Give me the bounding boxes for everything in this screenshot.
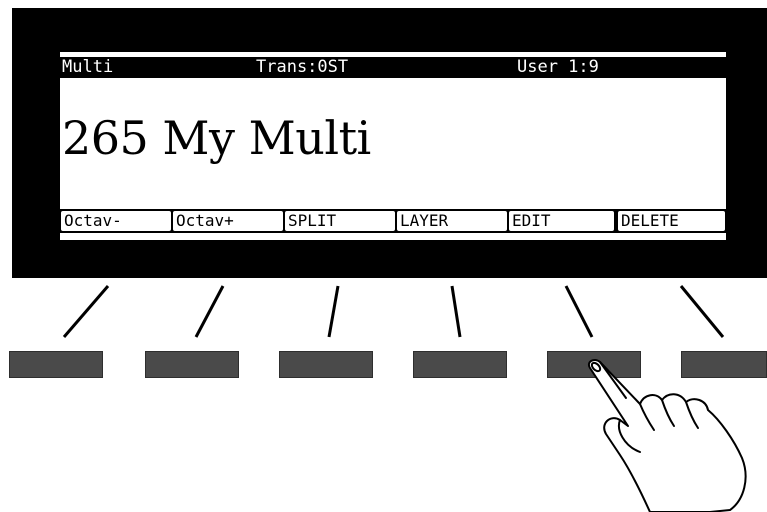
kurzweil-front-panel: Multi Trans:0ST User 1:9 265 My Multi Oc… [0,0,767,512]
pointing-hand-icon [588,358,747,512]
